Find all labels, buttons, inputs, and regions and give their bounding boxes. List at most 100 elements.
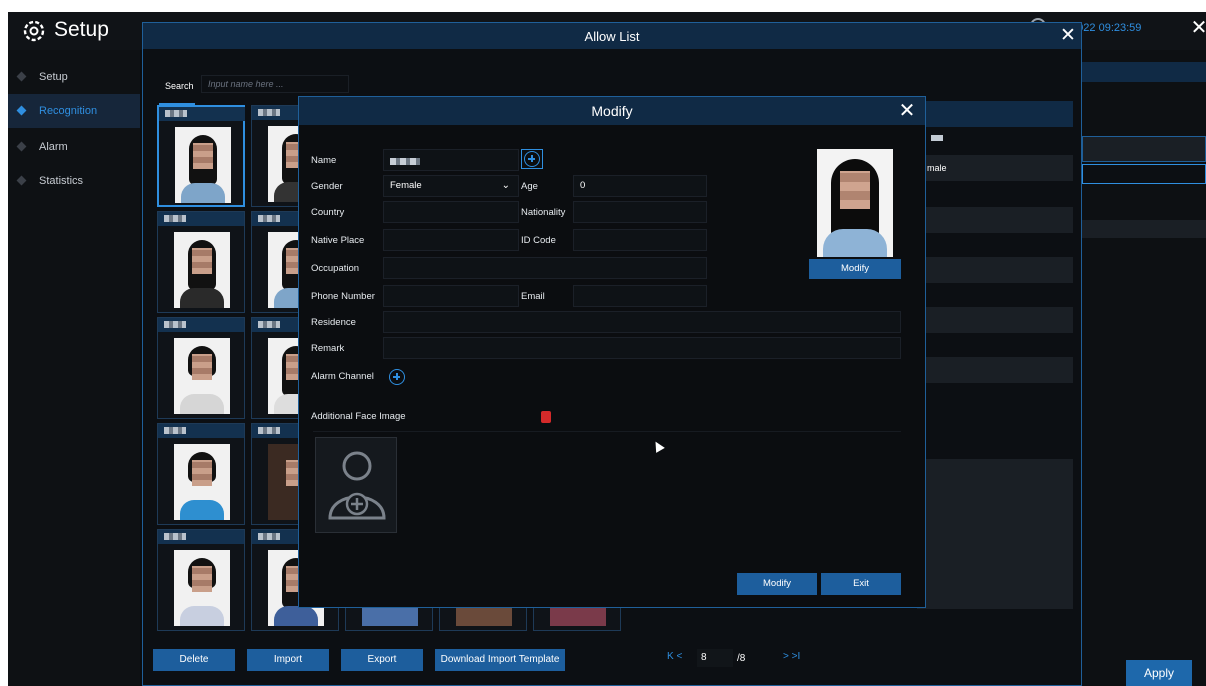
plus-icon <box>524 151 540 167</box>
name-label: Name <box>311 155 337 166</box>
email-label: Email <box>521 291 545 302</box>
face-card[interactable] <box>157 529 245 631</box>
modify-dialog: Modify ✕ Name Gender Female ⌄ Age 0 Coun… <box>298 96 926 608</box>
chevron-down-icon: ⌄ <box>501 180 510 191</box>
pixelated-name <box>931 135 943 141</box>
additional-face-label: Additional Face Image <box>311 411 406 422</box>
residence-label: Residence <box>311 317 356 328</box>
close-icon[interactable]: ✕ <box>895 99 919 123</box>
background-header <box>1082 62 1206 82</box>
age-value: 0 <box>580 180 586 191</box>
gender-label: Gender <box>311 181 343 192</box>
nationality-label: Nationality <box>521 207 566 218</box>
delete-button[interactable]: Delete <box>153 649 235 671</box>
gender-value: Female <box>390 180 422 191</box>
diamond-icon <box>16 71 27 82</box>
native-place-field[interactable] <box>383 229 519 251</box>
sidebar-item-recognition[interactable]: Recognition <box>8 94 140 128</box>
page-total: /8 <box>737 653 746 664</box>
gender-select[interactable]: Female ⌄ <box>383 175 519 197</box>
face-photo <box>174 444 230 520</box>
residence-field[interactable] <box>383 311 901 333</box>
face-card[interactable] <box>157 423 245 525</box>
email-field[interactable] <box>573 285 707 307</box>
face-photo <box>174 338 230 414</box>
page-input[interactable]: 8 <box>697 649 733 667</box>
face-photo <box>175 127 231 203</box>
pixelated-name <box>164 427 186 434</box>
dialog-title: Allow List <box>584 29 640 44</box>
export-button[interactable]: Export <box>341 649 423 671</box>
face-card[interactable] <box>157 317 245 419</box>
list-header <box>917 101 1073 127</box>
remark-field[interactable] <box>383 337 901 359</box>
list-row <box>917 257 1073 283</box>
pixelated-name <box>164 321 186 328</box>
phone-field[interactable] <box>383 285 519 307</box>
modify-button[interactable]: Modify <box>737 573 817 595</box>
list-row <box>917 357 1073 383</box>
add-face-image-button[interactable] <box>315 437 397 533</box>
nationality-field[interactable] <box>573 201 707 223</box>
pixelated-name <box>258 533 280 540</box>
id-code-field[interactable] <box>573 229 707 251</box>
list-row <box>917 307 1073 333</box>
occupation-field[interactable] <box>383 257 707 279</box>
pixelated-name <box>258 109 280 116</box>
remark-label: Remark <box>311 343 345 354</box>
id-code-label: ID Code <box>521 235 556 246</box>
profile-photo <box>817 149 893 257</box>
pager-prev[interactable]: K < <box>667 651 682 662</box>
sidebar-item-label: Recognition <box>39 105 98 117</box>
sidebar-item-alarm[interactable]: Alarm <box>8 130 140 164</box>
close-icon[interactable]: ✕ <box>1057 25 1079 47</box>
dialog-header: Allow List ✕ <box>143 23 1081 49</box>
phone-label: Phone Number <box>311 291 375 302</box>
close-icon[interactable]: ✕ <box>1188 17 1206 39</box>
download-template-button[interactable]: Download Import Template <box>435 649 565 671</box>
sidebar-item-statistics[interactable]: Statistics <box>8 164 140 198</box>
app-title: Setup <box>54 18 109 41</box>
diamond-icon <box>16 175 27 186</box>
pager-next[interactable]: > >I <box>783 651 800 662</box>
additional-face-area <box>313 431 901 543</box>
alarm-channel-label: Alarm Channel <box>311 371 374 382</box>
sidebar: Setup Recognition Alarm Statistics <box>8 50 140 686</box>
face-card[interactable] <box>157 211 245 313</box>
pixelated-name <box>258 321 280 328</box>
name-field[interactable] <box>383 149 519 171</box>
diamond-icon <box>16 141 27 152</box>
trash-icon[interactable] <box>541 411 551 423</box>
gear-icon <box>23 20 45 42</box>
add-alarm-channel-icon[interactable] <box>389 369 405 385</box>
dialog-title: Modify <box>591 103 633 119</box>
list-row <box>917 207 1073 233</box>
pixelated-name <box>165 110 187 117</box>
pixelated-name <box>164 215 186 222</box>
add-button[interactable] <box>521 149 543 169</box>
diamond-icon <box>16 105 27 116</box>
sidebar-item-label: Setup <box>39 71 68 83</box>
sidebar-item-label: Statistics <box>39 175 84 187</box>
sidebar-item-setup[interactable]: Setup <box>8 60 140 94</box>
background-panel <box>1082 50 1206 686</box>
pixelated-name <box>390 158 420 165</box>
background-row <box>1082 220 1206 238</box>
list-panel <box>917 459 1073 609</box>
native-place-label: Native Place <box>311 235 365 246</box>
search-label: Search <box>165 81 194 91</box>
photo-modify-button[interactable]: Modify <box>809 259 901 279</box>
exit-button[interactable]: Exit <box>821 573 901 595</box>
pixelated-name <box>258 427 280 434</box>
gender-value: male <box>927 163 947 173</box>
face-card[interactable] <box>157 105 245 207</box>
apply-button[interactable]: Apply <box>1126 660 1192 686</box>
pixelated-name <box>258 215 280 222</box>
search-input[interactable] <box>201 75 349 93</box>
sidebar-item-label: Alarm <box>39 141 68 153</box>
country-field[interactable] <box>383 201 519 223</box>
occupation-label: Occupation <box>311 263 360 274</box>
import-button[interactable]: Import <box>247 649 329 671</box>
age-field[interactable]: 0 <box>573 175 707 197</box>
face-photo <box>174 550 230 626</box>
